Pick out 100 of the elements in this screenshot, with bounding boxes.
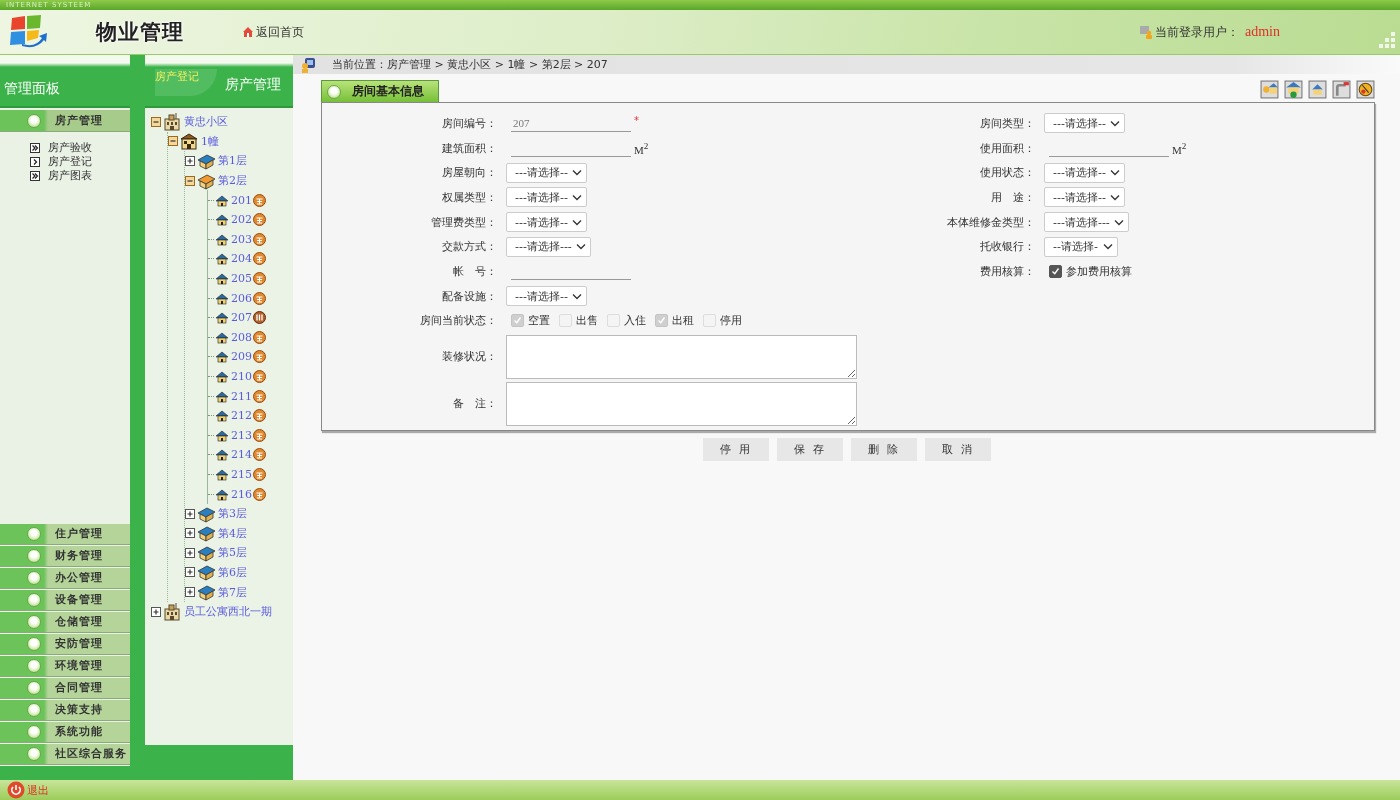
caret-icon [571,218,582,226]
menu-item-text[interactable]: 房产登记 [48,155,92,168]
dot-pattern-icon [1378,30,1398,50]
expand-icon[interactable] [185,528,195,539]
pipe-icon[interactable] [1332,80,1351,99]
collapse-icon[interactable] [151,116,161,127]
menu-section[interactable]: 房产管理 [0,110,130,132]
select-field[interactable]: ---请选择-- [506,162,587,183]
tree-item[interactable]: 208 [231,330,252,344]
tree-item[interactable]: 第1层 [218,153,247,169]
tree-item[interactable]: 第4层 [218,525,247,541]
expand-icon[interactable] [185,156,195,166]
menu-section[interactable]: 环境管理 [0,656,130,677]
field-label: 托收银行： [979,239,1035,255]
checkbox-label: 出售 [576,313,598,329]
tree-item[interactable]: 201 [231,193,252,207]
tree-item[interactable]: 204 [231,252,252,266]
collapse-icon[interactable] [168,136,178,147]
tree-item[interactable]: 黄忠小区 [184,114,228,130]
tree-item[interactable]: 员工公寓西北一期 [184,604,272,620]
house-icon[interactable] [1308,80,1327,99]
select-field[interactable]: ---请选择-- [506,286,587,307]
tree-item[interactable]: 203 [231,232,252,246]
action-button[interactable]: 取 消 [925,438,991,461]
field-label: 房间当前状态： [419,313,497,329]
select-field[interactable]: ---请选择-- [1044,113,1125,134]
tree-item[interactable]: 第6层 [218,564,247,580]
select-field[interactable]: ---请选择--- [1044,212,1129,233]
expand-icon[interactable] [185,547,195,558]
menu-section[interactable]: 社区综合服务 [0,744,130,765]
home-link[interactable]: 返回首页 [242,23,304,41]
location-icon [300,56,316,73]
menu-section[interactable]: 财务管理 [0,546,130,567]
expand-icon[interactable] [185,567,195,578]
field-label: 房屋朝向： [441,165,497,181]
bullet-icon [27,681,41,695]
checkbox[interactable] [1049,264,1062,278]
menu-section[interactable]: 安防管理 [0,634,130,655]
select-field[interactable]: ---请选择-- [1044,162,1125,183]
select-field[interactable]: --请选择- [1044,236,1118,257]
field-label: 装修状况： [441,349,497,365]
text-field[interactable]: 207 [511,114,631,132]
menu-item-text[interactable]: 房产验收 [48,141,92,154]
select-field[interactable]: ---请选择-- [506,187,587,208]
house-icon [215,213,229,227]
house-icon [215,370,229,383]
tree-item[interactable]: 第5层 [218,545,247,561]
text-area[interactable] [506,381,857,426]
checkmark-icon [657,316,666,326]
expand-icon[interactable] [185,508,195,519]
expand-icon[interactable] [151,606,161,617]
gauge-icon[interactable] [1356,80,1375,99]
checkbox-label: 出租 [672,313,694,329]
tree-item[interactable]: 206 [231,291,252,305]
bullet-icon [327,84,341,99]
tree-item[interactable]: 214 [231,448,252,462]
tree-item[interactable]: 213 [231,428,252,442]
tree-item[interactable]: 202 [231,213,252,227]
panel-tab[interactable]: 房间基本信息 [321,80,439,102]
menu-section[interactable]: 合同管理 [0,678,130,699]
menu-section[interactable]: 设备管理 [0,590,130,611]
tree-item[interactable]: 209 [231,350,252,364]
tree-item[interactable]: 第3层 [218,506,247,522]
tree-item[interactable]: 212 [231,409,252,423]
tree-item[interactable]: 211 [231,389,252,403]
house-icon [215,389,229,403]
tree-item[interactable]: 第7层 [218,584,247,600]
house-add-icon[interactable] [1284,80,1303,99]
collapse-icon[interactable] [185,175,195,186]
select-field[interactable]: ---请选择-- [1044,187,1125,208]
action-button[interactable]: 停 用 [703,438,769,461]
select-field[interactable]: ---请选择-- [506,212,587,233]
tree-item[interactable]: 第2层 [218,173,247,189]
tree-item[interactable]: 216 [231,487,252,501]
tree-item[interactable]: 205 [231,272,252,286]
menu-section[interactable]: 仓储管理 [0,612,130,633]
field-label: 交款方式： [441,239,497,255]
field-label: 本体维修金类型： [946,214,1035,230]
expand-icon[interactable] [185,587,195,598]
tree-item[interactable]: 215 [231,468,252,481]
menu-item-text[interactable]: 房产图表 [48,169,92,182]
floor-icon [197,583,215,602]
select-field[interactable]: ---请选择--- [506,236,591,257]
menu-section[interactable]: 决策支持 [0,700,130,721]
breadcrumb: 当前位置：房产管理 > 黄忠小区 > 1幢 > 第2层 > 207 [332,57,608,72]
tree-item[interactable]: 210 [231,370,252,383]
menu-section[interactable]: 系统功能 [0,722,130,743]
power-icon [7,781,25,799]
tree-item[interactable]: 1幢 [201,133,219,149]
caret-icon [571,193,582,201]
tree-item[interactable]: 207 [231,311,252,325]
people-house-icon[interactable] [1260,80,1279,99]
action-button[interactable]: 删 除 [851,438,917,461]
caret-icon [1109,169,1120,177]
menu-section[interactable]: 住户管理 [0,524,130,545]
text-area[interactable] [506,334,857,379]
menu-section[interactable]: 办公管理 [0,568,130,589]
field-label: 房间编号： [441,115,497,131]
app-title: 物业管理 [96,18,184,46]
action-button[interactable]: 保 存 [777,438,843,461]
